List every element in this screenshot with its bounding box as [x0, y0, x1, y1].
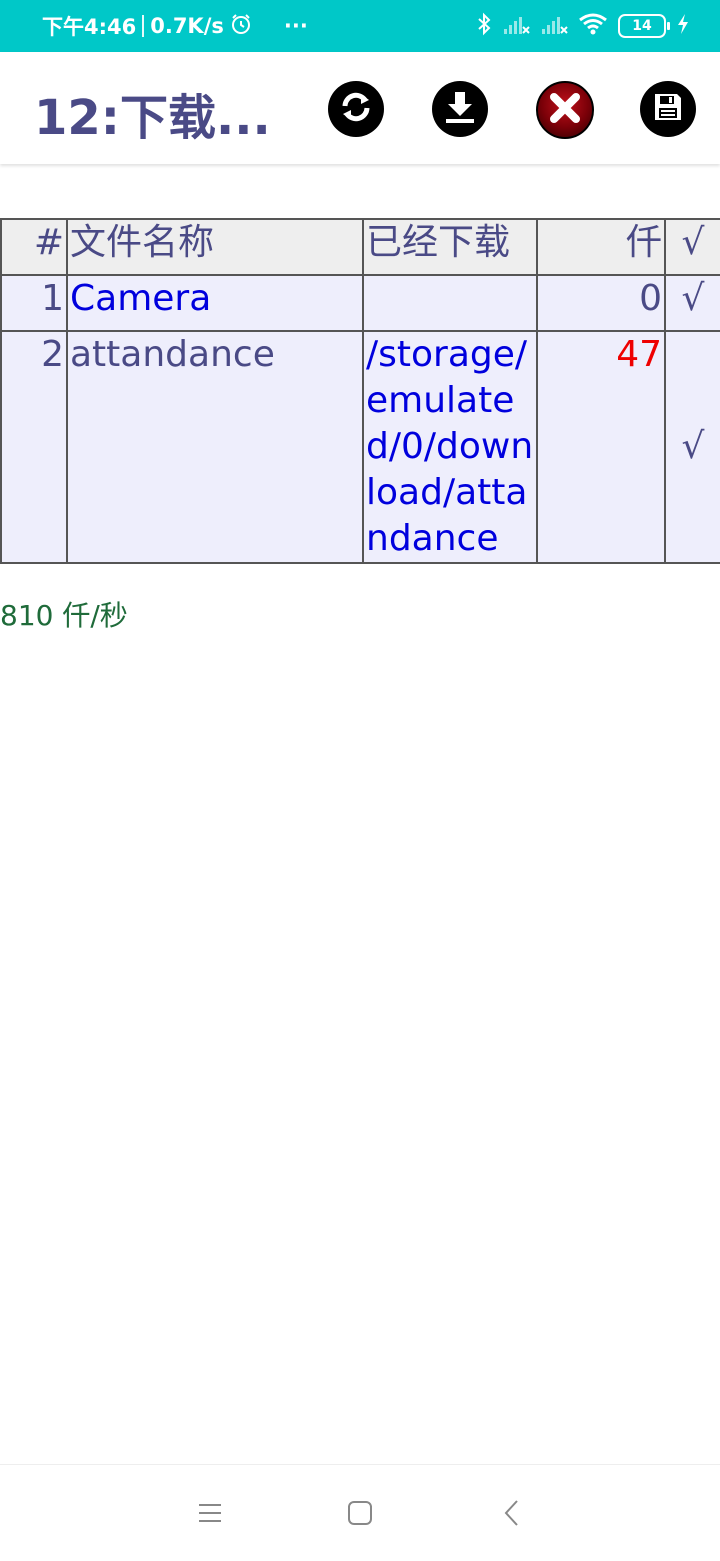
system-nav-bar [0, 1464, 720, 1561]
back-icon [502, 1499, 522, 1531]
status-left: 下午4:46 0.7K/s ··· [42, 0, 308, 52]
download-button[interactable] [432, 81, 488, 137]
file-count: 47 [536, 330, 666, 564]
column-header-downloaded: 已经下载 [362, 218, 538, 276]
status-right: 14 [476, 0, 690, 52]
download-table: # 文件名称 已经下载 仟 √ 1 Camera 0 √ 2 attandanc… [0, 218, 720, 564]
file-count: 0 [536, 274, 666, 332]
file-name-link[interactable]: Camera [66, 274, 364, 332]
column-header-count: 仟 [536, 218, 666, 276]
close-icon [548, 91, 582, 129]
file-name[interactable]: attandance [66, 330, 364, 564]
refresh-button[interactable] [328, 81, 384, 137]
more-notifications: ··· [283, 14, 308, 38]
status-divider [142, 15, 145, 37]
status-time: 下午4:46 [42, 15, 137, 39]
back-button[interactable] [492, 1495, 532, 1535]
row-checkbox[interactable]: √ [664, 330, 720, 564]
home-button[interactable] [340, 1495, 380, 1535]
table-row[interactable]: 2 attandance /storage/emulated/0/downloa… [0, 330, 720, 564]
downloaded-path[interactable]: /storage/emulated/0/download/attandance [362, 330, 538, 564]
row-index: 1 [0, 274, 68, 332]
downloaded-path [362, 274, 538, 332]
row-checkbox[interactable]: √ [664, 274, 720, 332]
column-header-filename: 文件名称 [66, 218, 364, 276]
download-speed: 810 仟/秒 [0, 599, 128, 632]
floppy-disk-icon [652, 91, 684, 127]
status-net-speed: 0.7K/s [150, 14, 224, 38]
page-title: 12:下载... [34, 90, 271, 146]
alarm-icon [230, 13, 252, 40]
row-index: 2 [0, 330, 68, 564]
battery-icon: 14 [618, 14, 670, 38]
table-row[interactable]: 1 Camera 0 √ [0, 274, 720, 332]
save-button[interactable] [640, 81, 696, 137]
menu-icon [197, 1502, 223, 1528]
home-icon [347, 1500, 373, 1530]
column-header-index: # [0, 218, 68, 276]
signal-icon-2 [540, 13, 568, 39]
app-bar: 12:下载... [0, 52, 720, 164]
download-icon [442, 89, 478, 129]
table-header-row: # 文件名称 已经下载 仟 √ [0, 218, 720, 276]
wifi-icon [578, 13, 608, 39]
bluetooth-icon [476, 12, 492, 40]
signal-icon-1 [502, 13, 530, 39]
charging-icon [676, 13, 690, 39]
menu-button[interactable] [190, 1495, 230, 1535]
battery-level: 14 [632, 18, 652, 34]
column-header-check: √ [664, 218, 720, 276]
refresh-icon [337, 88, 375, 130]
cancel-button[interactable] [536, 81, 594, 139]
status-bar: 下午4:46 0.7K/s ··· 14 [0, 0, 720, 52]
